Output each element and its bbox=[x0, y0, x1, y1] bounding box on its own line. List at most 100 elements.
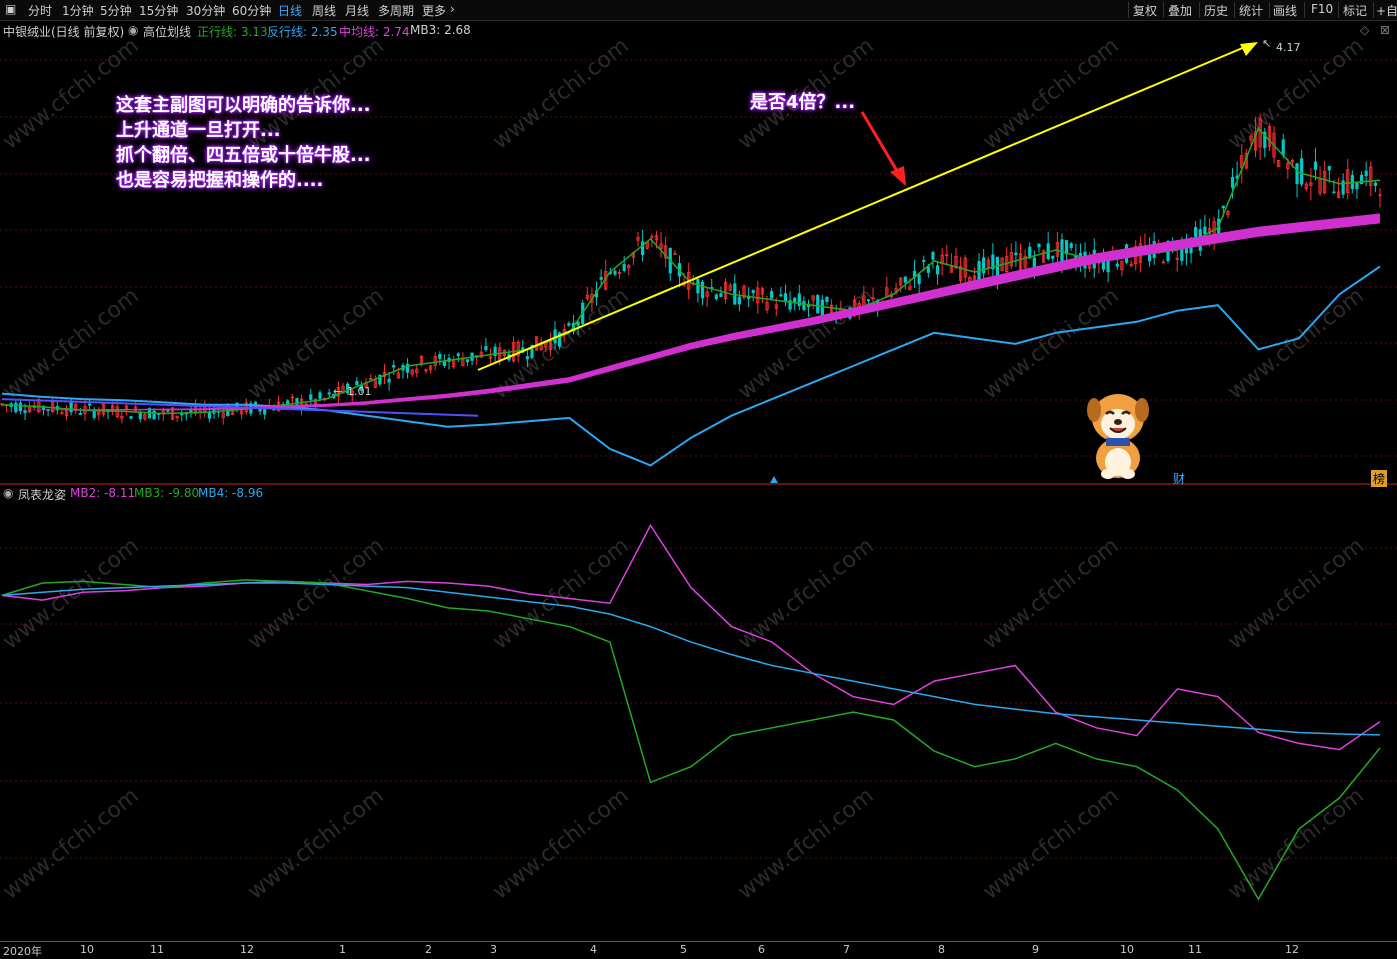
candle-body bbox=[438, 354, 442, 359]
candle-body bbox=[1106, 259, 1110, 273]
candle-body bbox=[802, 300, 806, 310]
candle-body bbox=[1300, 158, 1304, 185]
candle-body bbox=[309, 394, 313, 400]
date-tick-label: 11 bbox=[150, 943, 164, 956]
candle-body bbox=[442, 361, 447, 366]
annotation-left: 这套主副图可以明确的告诉你... 上升通道一旦打开... 抓个翻倍、四五倍或十倍… bbox=[116, 93, 371, 193]
candle-body bbox=[525, 356, 529, 360]
candle-body bbox=[866, 299, 871, 302]
candle-body bbox=[69, 402, 73, 413]
watermark-text: www.cfchi.com bbox=[733, 783, 878, 904]
date-tick-label: 4 bbox=[590, 943, 597, 956]
candle-body bbox=[1115, 263, 1119, 267]
date-tick-label: 7 bbox=[843, 943, 850, 956]
candle-body bbox=[465, 359, 470, 363]
watermark-text: www.cfchi.com bbox=[978, 283, 1123, 404]
candle-body bbox=[327, 392, 331, 395]
watermark-text: www.cfchi.com bbox=[488, 783, 633, 904]
watermark-text: www.cfchi.com bbox=[1223, 783, 1368, 904]
candle-body bbox=[622, 264, 626, 271]
date-tick-label: 6 bbox=[758, 943, 765, 956]
finance-badge[interactable]: 财 bbox=[1173, 470, 1185, 487]
high-price-label: 4.17 bbox=[1276, 41, 1301, 54]
candle-body bbox=[1230, 176, 1235, 188]
legend-mb2: MB2: -8.11 bbox=[70, 486, 136, 500]
candle-body bbox=[456, 353, 460, 356]
date-tick-label: 10 bbox=[1120, 943, 1134, 956]
sub-indicator-name[interactable]: 凤表龙姿 bbox=[18, 486, 66, 503]
candle-body bbox=[1051, 255, 1055, 259]
candle-body bbox=[1295, 163, 1299, 185]
candle-body bbox=[1327, 166, 1331, 171]
watermark-text: www.cfchi.com bbox=[733, 283, 878, 404]
pointer-arrow bbox=[860, 111, 902, 177]
candle-body bbox=[387, 378, 391, 383]
candle-body bbox=[78, 413, 82, 415]
candle-body bbox=[263, 409, 267, 415]
candle-body bbox=[793, 297, 797, 303]
date-tick-label: 12 bbox=[240, 943, 254, 956]
watermark-text: www.cfchi.com bbox=[0, 283, 144, 404]
candle-body bbox=[1069, 243, 1073, 249]
candle-body bbox=[484, 346, 488, 351]
candle-body bbox=[1014, 252, 1018, 256]
candle-body bbox=[1313, 161, 1318, 170]
annotation-line: 上升通道一旦打开... bbox=[116, 120, 281, 141]
pointer-arrowhead bbox=[890, 166, 906, 186]
watermark-text: www.cfchi.com bbox=[978, 533, 1123, 654]
candle-body bbox=[714, 294, 718, 300]
candle-body bbox=[1355, 182, 1359, 189]
candle-body bbox=[779, 294, 783, 297]
candle-body bbox=[1221, 205, 1225, 209]
date-axis: 2020年 10 11 12 1 2 3 4 5 6 7 8 9 10 11 1… bbox=[0, 941, 1397, 958]
candle-body bbox=[1364, 170, 1368, 177]
candle-body bbox=[825, 296, 829, 302]
sub-indicator-lines bbox=[1, 523, 1381, 901]
sub-indicator-dropdown-icon[interactable]: ◉ bbox=[3, 486, 13, 500]
annotation-line: 也是容易把握和操作的.... bbox=[116, 170, 324, 191]
dog-mascot-icon[interactable] bbox=[1086, 388, 1150, 480]
watermark-text: www.cfchi.com bbox=[488, 533, 633, 654]
date-tick-label: 10 bbox=[80, 943, 94, 956]
candle-body bbox=[129, 416, 133, 419]
series-line-反行线 bbox=[1, 265, 1381, 467]
watermark-text: www.cfchi.com bbox=[243, 533, 388, 654]
candle-body bbox=[700, 281, 705, 299]
candle-body bbox=[1194, 227, 1198, 238]
candle-body bbox=[1373, 182, 1377, 186]
candle-body bbox=[138, 411, 142, 420]
candle-body bbox=[318, 392, 322, 399]
candle-body bbox=[931, 252, 935, 260]
rank-badge[interactable]: 榜 bbox=[1371, 470, 1388, 487]
date-tick-label: 2 bbox=[425, 943, 432, 956]
candle-body bbox=[922, 259, 926, 262]
candle-body bbox=[14, 402, 18, 413]
candle-body bbox=[1332, 191, 1336, 194]
date-tick-label: 11 bbox=[1188, 943, 1202, 956]
annotation-line: 这套主副图可以明确的告诉你... bbox=[116, 95, 371, 116]
candle-body bbox=[599, 276, 603, 280]
candle-body bbox=[207, 412, 211, 419]
high-marker-icon: ↖ bbox=[1262, 37, 1271, 50]
date-tick-label: 3 bbox=[490, 943, 497, 956]
low-marker-icon: ← bbox=[333, 385, 342, 398]
candle-body bbox=[903, 276, 907, 283]
watermark-text: www.cfchi.com bbox=[488, 33, 633, 154]
watermark-text: www.cfchi.com bbox=[243, 783, 388, 904]
watermark-text: www.cfchi.com bbox=[0, 783, 144, 904]
annotation-right: 是否4倍？... bbox=[750, 92, 856, 113]
candle-body bbox=[1037, 243, 1041, 248]
legend-sub-mb3: MB3: -9.80 bbox=[134, 486, 200, 500]
series-line-MB4 bbox=[1, 582, 1381, 736]
trend-arrowhead bbox=[1240, 42, 1258, 56]
date-tick-label: 9 bbox=[1032, 943, 1039, 956]
candle-body bbox=[696, 279, 700, 294]
candle-body bbox=[770, 291, 774, 299]
watermark-text: www.cfchi.com bbox=[978, 783, 1123, 904]
candle-body bbox=[935, 265, 940, 275]
candle-body bbox=[567, 323, 571, 326]
candle-body bbox=[23, 410, 27, 414]
low-price-label: 1.01 bbox=[347, 385, 372, 398]
candle-body bbox=[576, 321, 580, 326]
candle-body bbox=[737, 296, 741, 305]
